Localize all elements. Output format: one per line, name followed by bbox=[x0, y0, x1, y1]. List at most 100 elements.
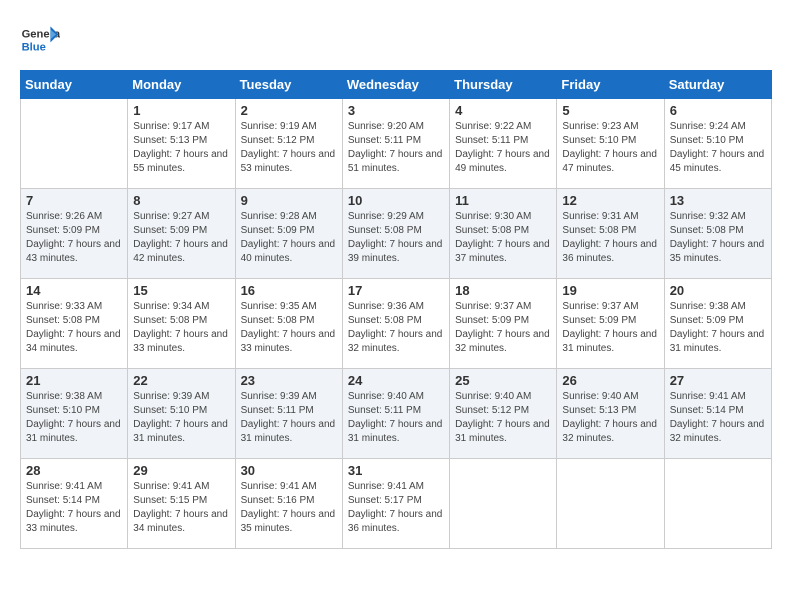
calendar-week-row: 28Sunrise: 9:41 AMSunset: 5:14 PMDayligh… bbox=[21, 459, 772, 549]
day-number: 16 bbox=[241, 283, 337, 298]
day-info: Sunrise: 9:37 AMSunset: 5:09 PMDaylight:… bbox=[455, 300, 551, 356]
day-number: 17 bbox=[348, 283, 444, 298]
day-number: 4 bbox=[455, 103, 551, 118]
day-number: 20 bbox=[670, 283, 766, 298]
table-row bbox=[450, 459, 557, 549]
table-row: 9 Sunrise: 9:28 AMSunset: 5:09 PMDaylight… bbox=[235, 189, 342, 279]
table-row: 16 Sunrise: 9:35 AMSunset: 5:08 PMDayligh… bbox=[235, 279, 342, 369]
calendar-table: SundayMondayTuesdayWednesdayThursdayFrid… bbox=[20, 70, 772, 549]
table-row: 25 Sunrise: 9:40 AMSunset: 5:12 PMDayligh… bbox=[450, 369, 557, 459]
table-row: 29 Sunrise: 9:41 AMSunset: 5:15 PMDayligh… bbox=[128, 459, 235, 549]
table-row bbox=[664, 459, 771, 549]
table-row: 15 Sunrise: 9:34 AMSunset: 5:08 PMDayligh… bbox=[128, 279, 235, 369]
page-header: General Blue bbox=[20, 20, 772, 60]
col-header-tuesday: Tuesday bbox=[235, 71, 342, 99]
svg-text:Blue: Blue bbox=[22, 41, 46, 53]
day-info: Sunrise: 9:39 AMSunset: 5:11 PMDaylight:… bbox=[241, 390, 337, 446]
day-number: 12 bbox=[562, 193, 658, 208]
day-number: 19 bbox=[562, 283, 658, 298]
day-number: 13 bbox=[670, 193, 766, 208]
day-info: Sunrise: 9:26 AMSunset: 5:09 PMDaylight:… bbox=[26, 210, 122, 266]
col-header-friday: Friday bbox=[557, 71, 664, 99]
day-number: 2 bbox=[241, 103, 337, 118]
table-row: 2 Sunrise: 9:19 AMSunset: 5:12 PMDaylight… bbox=[235, 99, 342, 189]
day-info: Sunrise: 9:37 AMSunset: 5:09 PMDaylight:… bbox=[562, 300, 658, 356]
table-row: 19 Sunrise: 9:37 AMSunset: 5:09 PMDayligh… bbox=[557, 279, 664, 369]
table-row: 26 Sunrise: 9:40 AMSunset: 5:13 PMDayligh… bbox=[557, 369, 664, 459]
calendar-week-row: 1Sunrise: 9:17 AMSunset: 5:13 PMDaylight… bbox=[21, 99, 772, 189]
day-number: 29 bbox=[133, 463, 229, 478]
logo-icon: General Blue bbox=[20, 20, 60, 60]
table-row: 30 Sunrise: 9:41 AMSunset: 5:16 PMDayligh… bbox=[235, 459, 342, 549]
day-number: 21 bbox=[26, 373, 122, 388]
day-info: Sunrise: 9:41 AMSunset: 5:15 PMDaylight:… bbox=[133, 480, 229, 536]
table-row: 22 Sunrise: 9:39 AMSunset: 5:10 PMDayligh… bbox=[128, 369, 235, 459]
table-row bbox=[21, 99, 128, 189]
calendar-week-row: 14 Sunrise: 9:33 AMSunset: 5:08 PMDayligh… bbox=[21, 279, 772, 369]
table-row: 7 Sunrise: 9:26 AMSunset: 5:09 PMDaylight… bbox=[21, 189, 128, 279]
day-number: 26 bbox=[562, 373, 658, 388]
day-info: Sunrise: 9:23 AMSunset: 5:10 PMDaylight:… bbox=[562, 120, 658, 176]
table-row: 27 Sunrise: 9:41 AMSunset: 5:14 PMDayligh… bbox=[664, 369, 771, 459]
day-info: Sunrise: 9:30 AMSunset: 5:08 PMDaylight:… bbox=[455, 210, 551, 266]
table-row: 13Sunrise: 9:32 AMSunset: 5:08 PMDayligh… bbox=[664, 189, 771, 279]
day-number: 22 bbox=[133, 373, 229, 388]
table-row: 1Sunrise: 9:17 AMSunset: 5:13 PMDaylight… bbox=[128, 99, 235, 189]
day-info: Sunrise: 9:40 AMSunset: 5:12 PMDaylight:… bbox=[455, 390, 551, 446]
table-row: 10Sunrise: 9:29 AMSunset: 5:08 PMDayligh… bbox=[342, 189, 449, 279]
day-info: Sunrise: 9:35 AMSunset: 5:08 PMDaylight:… bbox=[241, 300, 337, 356]
table-row: 24 Sunrise: 9:40 AMSunset: 5:11 PMDayligh… bbox=[342, 369, 449, 459]
day-info: Sunrise: 9:36 AMSunset: 5:08 PMDaylight:… bbox=[348, 300, 444, 356]
table-row: 14 Sunrise: 9:33 AMSunset: 5:08 PMDayligh… bbox=[21, 279, 128, 369]
day-info: Sunrise: 9:29 AMSunset: 5:08 PMDaylight:… bbox=[348, 210, 444, 266]
day-info: Sunrise: 9:17 AMSunset: 5:13 PMDaylight:… bbox=[133, 120, 229, 176]
day-info: Sunrise: 9:41 AMSunset: 5:14 PMDaylight:… bbox=[670, 390, 766, 446]
day-number: 30 bbox=[241, 463, 337, 478]
table-row: 20 Sunrise: 9:38 AMSunset: 5:09 PMDayligh… bbox=[664, 279, 771, 369]
day-info: Sunrise: 9:40 AMSunset: 5:13 PMDaylight:… bbox=[562, 390, 658, 446]
day-number: 11 bbox=[455, 193, 551, 208]
table-row: 3 Sunrise: 9:20 AMSunset: 5:11 PMDaylight… bbox=[342, 99, 449, 189]
day-info: Sunrise: 9:27 AMSunset: 5:09 PMDaylight:… bbox=[133, 210, 229, 266]
day-info: Sunrise: 9:22 AMSunset: 5:11 PMDaylight:… bbox=[455, 120, 551, 176]
logo: General Blue bbox=[20, 20, 64, 60]
day-info: Sunrise: 9:38 AMSunset: 5:09 PMDaylight:… bbox=[670, 300, 766, 356]
day-number: 9 bbox=[241, 193, 337, 208]
day-info: Sunrise: 9:33 AMSunset: 5:08 PMDaylight:… bbox=[26, 300, 122, 356]
table-row: 18Sunrise: 9:37 AMSunset: 5:09 PMDayligh… bbox=[450, 279, 557, 369]
col-header-saturday: Saturday bbox=[664, 71, 771, 99]
day-number: 8 bbox=[133, 193, 229, 208]
day-info: Sunrise: 9:28 AMSunset: 5:09 PMDaylight:… bbox=[241, 210, 337, 266]
day-info: Sunrise: 9:34 AMSunset: 5:08 PMDaylight:… bbox=[133, 300, 229, 356]
day-number: 5 bbox=[562, 103, 658, 118]
day-info: Sunrise: 9:39 AMSunset: 5:10 PMDaylight:… bbox=[133, 390, 229, 446]
day-info: Sunrise: 9:41 AMSunset: 5:17 PMDaylight:… bbox=[348, 480, 444, 536]
day-info: Sunrise: 9:41 AMSunset: 5:16 PMDaylight:… bbox=[241, 480, 337, 536]
day-number: 27 bbox=[670, 373, 766, 388]
day-info: Sunrise: 9:31 AMSunset: 5:08 PMDaylight:… bbox=[562, 210, 658, 266]
day-number: 25 bbox=[455, 373, 551, 388]
col-header-thursday: Thursday bbox=[450, 71, 557, 99]
day-number: 15 bbox=[133, 283, 229, 298]
table-row: 11 Sunrise: 9:30 AMSunset: 5:08 PMDayligh… bbox=[450, 189, 557, 279]
table-row: 23Sunrise: 9:39 AMSunset: 5:11 PMDayligh… bbox=[235, 369, 342, 459]
table-row: 21 Sunrise: 9:38 AMSunset: 5:10 PMDayligh… bbox=[21, 369, 128, 459]
day-number: 7 bbox=[26, 193, 122, 208]
table-row: 31 Sunrise: 9:41 AMSunset: 5:17 PMDayligh… bbox=[342, 459, 449, 549]
day-info: Sunrise: 9:20 AMSunset: 5:11 PMDaylight:… bbox=[348, 120, 444, 176]
col-header-sunday: Sunday bbox=[21, 71, 128, 99]
day-info: Sunrise: 9:41 AMSunset: 5:14 PMDaylight:… bbox=[26, 480, 122, 536]
day-info: Sunrise: 9:19 AMSunset: 5:12 PMDaylight:… bbox=[241, 120, 337, 176]
day-info: Sunrise: 9:24 AMSunset: 5:10 PMDaylight:… bbox=[670, 120, 766, 176]
table-row: 6Sunrise: 9:24 AMSunset: 5:10 PMDaylight… bbox=[664, 99, 771, 189]
col-header-monday: Monday bbox=[128, 71, 235, 99]
table-row: 8 Sunrise: 9:27 AMSunset: 5:09 PMDaylight… bbox=[128, 189, 235, 279]
day-number: 24 bbox=[348, 373, 444, 388]
day-number: 14 bbox=[26, 283, 122, 298]
day-number: 31 bbox=[348, 463, 444, 478]
day-info: Sunrise: 9:38 AMSunset: 5:10 PMDaylight:… bbox=[26, 390, 122, 446]
col-header-wednesday: Wednesday bbox=[342, 71, 449, 99]
day-info: Sunrise: 9:40 AMSunset: 5:11 PMDaylight:… bbox=[348, 390, 444, 446]
table-row: 4 Sunrise: 9:22 AMSunset: 5:11 PMDaylight… bbox=[450, 99, 557, 189]
day-number: 3 bbox=[348, 103, 444, 118]
